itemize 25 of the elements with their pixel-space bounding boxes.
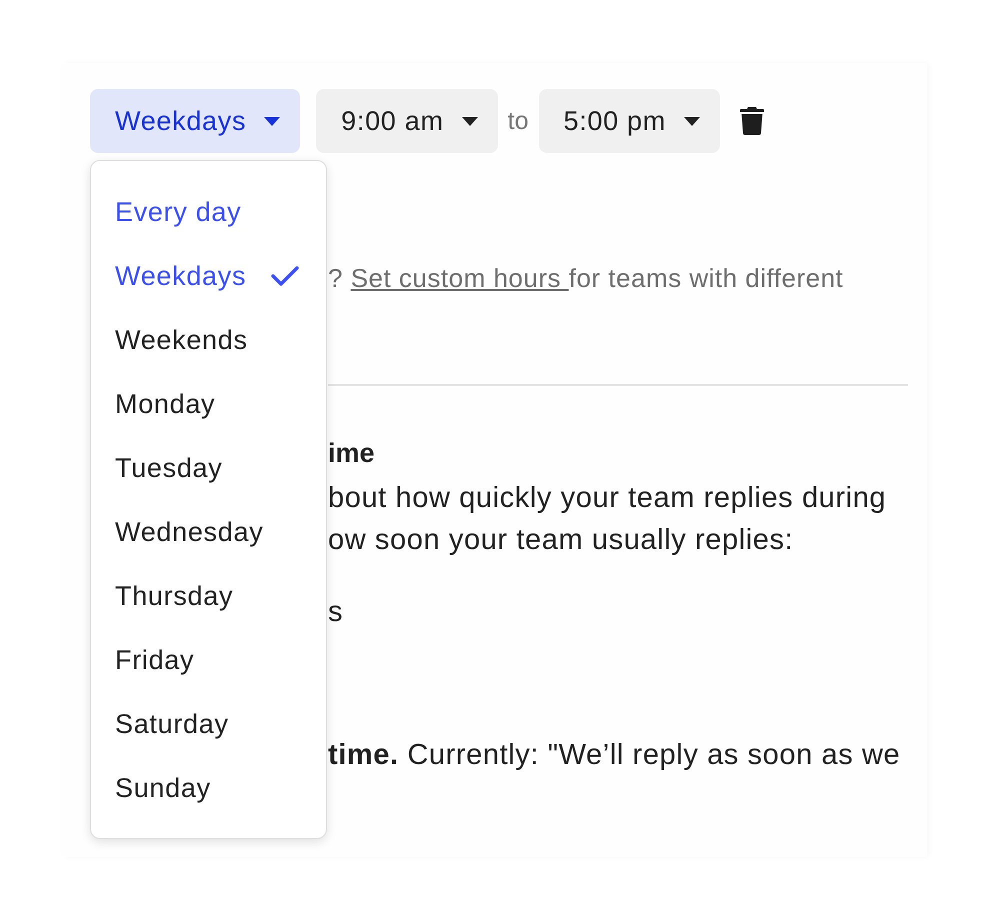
menu-item[interactable]: Tuesday bbox=[91, 436, 326, 500]
menu-item[interactable]: Thursday bbox=[91, 564, 326, 628]
end-time-select[interactable]: 5:00 pm bbox=[538, 89, 720, 153]
custom-hours-link[interactable]: Set custom hours bbox=[350, 263, 569, 293]
menu-item[interactable]: Wednesday bbox=[91, 500, 326, 564]
menu-item[interactable]: Monday bbox=[91, 372, 326, 436]
menu-item[interactable]: Saturday bbox=[91, 692, 326, 756]
reply-time-text: time. Currently: "We’ll reply as soon as we bbox=[328, 738, 902, 773]
description-text: ow soon your team usually replies: bbox=[328, 523, 794, 558]
menu-item[interactable]: Friday bbox=[91, 628, 326, 692]
trash-icon[interactable] bbox=[740, 107, 764, 135]
menu-item[interactable]: Weekdays bbox=[91, 244, 326, 308]
menu-item[interactable]: Sunday bbox=[91, 756, 326, 820]
caret-icon bbox=[684, 116, 700, 126]
range-separator: to bbox=[508, 106, 528, 136]
custom-hours-note: ? Set custom hours for teams with different bbox=[328, 262, 844, 294]
section-heading: ime bbox=[328, 437, 376, 469]
text-fragment: s bbox=[328, 595, 344, 630]
menu-item[interactable]: Weekends bbox=[91, 308, 326, 372]
caret-icon bbox=[462, 116, 478, 126]
day-select[interactable]: Weekdays bbox=[90, 89, 300, 153]
menu-item[interactable]: Every day bbox=[91, 180, 326, 244]
caret-icon bbox=[264, 116, 280, 126]
start-time-select[interactable]: 9:00 am bbox=[316, 89, 498, 153]
description-text: bout how quickly your team replies during bbox=[328, 481, 888, 516]
